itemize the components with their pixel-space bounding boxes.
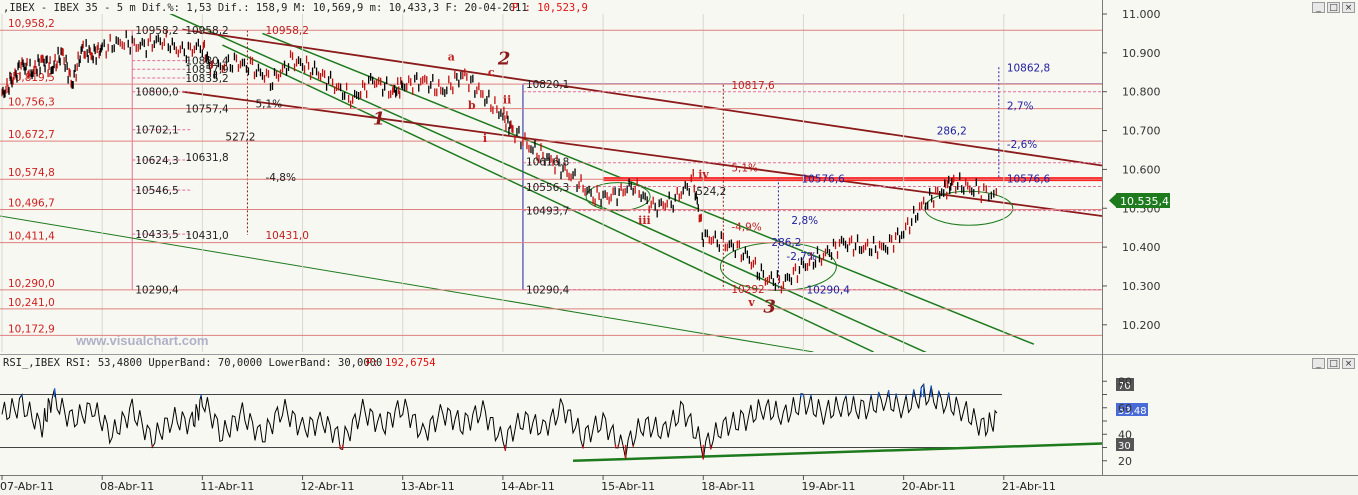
annotation-label: 10616,8 xyxy=(526,157,569,169)
x-tick-label: 13-Abr-11 xyxy=(401,480,455,493)
annotation-label: 10817,6 xyxy=(731,80,775,92)
wave-label: iii xyxy=(638,214,651,227)
x-tick-label: 12-Abr-11 xyxy=(301,480,355,493)
chart-canvas: 10,958,210,819,510,756,310,672,710,574,8… xyxy=(0,0,1358,495)
annotation-label: 10820,1 xyxy=(526,79,569,91)
close-button[interactable]: × xyxy=(1342,2,1355,13)
box-level-label: 10958,2 xyxy=(185,25,228,37)
box-level-label: 10290,4 xyxy=(135,285,179,297)
annotation-label: 10290,4 xyxy=(526,285,570,297)
box-level-label: 10835,2 xyxy=(185,73,228,85)
annotation-label: 286,2 xyxy=(937,126,967,138)
price-level-label: 10,241,0 xyxy=(8,297,55,309)
box-level-label: 10958,2 xyxy=(135,25,178,37)
annotation-label: 10862,8 xyxy=(1007,62,1050,74)
wave-label: b xyxy=(468,99,476,112)
rsi-maximize-button[interactable]: □ xyxy=(1327,358,1340,369)
y-tick-label: 10.400 xyxy=(1122,241,1161,254)
x-tick-label: 20-Abr-11 xyxy=(902,480,956,493)
rsi-y-tick-label: 20 xyxy=(1118,455,1132,468)
x-tick-label: 18-Abr-11 xyxy=(701,480,755,493)
wave-label: iv xyxy=(698,168,709,181)
wave-label: 1 xyxy=(373,109,386,130)
rsi-minimize-button[interactable]: _ xyxy=(1312,358,1325,369)
annotation-label: 5,1% xyxy=(255,98,282,110)
y-tick-label: 10.300 xyxy=(1122,280,1161,293)
rsi-lower-badge-label: 30 xyxy=(1118,441,1131,452)
x-tick-label: 11-Abr-11 xyxy=(200,480,254,493)
annotation-label: 10576,6 xyxy=(801,173,845,185)
box-level-label: 10631,8 xyxy=(185,152,228,164)
box-level-label: 10546,5 xyxy=(135,185,178,197)
annotation-label: -2,6% xyxy=(1007,139,1037,151)
y-tick-label: 10.800 xyxy=(1122,86,1161,99)
x-tick-label: 15-Abr-11 xyxy=(601,480,655,493)
rsi-panel-header: RSI_,IBEX RSI: 53,4800 UpperBand: 70,000… xyxy=(3,357,382,369)
x-tick-label: 21-Abr-11 xyxy=(1002,480,1056,493)
annotation-label: 10493,7 xyxy=(526,206,569,218)
y-tick-label: 11.000 xyxy=(1122,8,1161,21)
watermark: www.visualchart.com xyxy=(75,333,208,348)
rsi-y-tick-label: 40 xyxy=(1118,428,1132,441)
annotation-label: 10292 xyxy=(731,284,764,296)
wave-label: 3 xyxy=(763,296,776,317)
annotation-label: 10576,6 xyxy=(1007,173,1051,185)
box-level-label: 10800,0 xyxy=(135,87,178,99)
rsi-window-buttons: _ □ × xyxy=(1312,358,1355,369)
wave-label: c xyxy=(488,66,495,79)
rsi-panel-header-p: P: 192,6754 xyxy=(366,357,436,369)
rsi-y-tick-label: 80 xyxy=(1118,375,1132,388)
wave-label: 2 xyxy=(497,49,511,70)
current-price-label: 10.535,4 xyxy=(1120,195,1169,208)
price-level-label: 10,574,8 xyxy=(8,167,55,179)
wave-label: a xyxy=(448,51,455,64)
annotation-label: -2,7% xyxy=(786,251,816,263)
price-level-label: 10,672,7 xyxy=(8,129,55,141)
annotation-label: 5,1% xyxy=(731,162,758,174)
rsi-close-button[interactable]: × xyxy=(1342,358,1355,369)
annotation-label: 2,8% xyxy=(791,215,818,227)
box-level-label: 10757,4 xyxy=(185,103,229,115)
maximize-button[interactable]: □ xyxy=(1327,2,1340,13)
box-level-label: 10702,1 xyxy=(135,125,178,137)
price-level-label: 10,756,3 xyxy=(8,97,55,109)
annotation-label: 10290,4 xyxy=(806,285,850,297)
annotation-label: -4,9% xyxy=(731,222,761,234)
annotation-label: 10431,0 xyxy=(265,230,308,242)
price-level-label: 10,172,9 xyxy=(8,323,55,335)
annotation-label: 286,2 xyxy=(771,237,801,249)
minimize-button[interactable]: _ xyxy=(1312,2,1325,13)
annotation-label: 527,2 xyxy=(225,131,255,143)
y-tick-label: 10.200 xyxy=(1122,319,1161,332)
annotation-label: 2,7% xyxy=(1007,100,1034,112)
price-level-label: 10,411,4 xyxy=(8,231,55,243)
price-level-label: 10,958,2 xyxy=(8,18,55,30)
price-level-label: 10,496,7 xyxy=(8,198,55,210)
wave-label: i xyxy=(483,132,487,145)
x-tick-label: 07-Abr-11 xyxy=(0,480,54,493)
annotation-label: 10556,3 xyxy=(526,182,569,194)
rsi-y-tick-label: 60 xyxy=(1118,402,1132,415)
x-tick-label: 19-Abr-11 xyxy=(801,480,855,493)
x-tick-label: 08-Abr-11 xyxy=(100,480,154,493)
x-tick-label: 14-Abr-11 xyxy=(501,480,555,493)
y-tick-label: 10.900 xyxy=(1122,47,1161,60)
price-panel-header: ,IBEX - IBEX 35 - 5 m Dif.%: 1,53 Dif.: … xyxy=(3,2,528,14)
annotation-label: -4,8% xyxy=(265,172,295,184)
wave-label: v xyxy=(747,296,755,309)
price-level-label: 10,290,0 xyxy=(8,278,55,290)
wave-label: ii xyxy=(503,93,511,106)
annotation-label: 10958,2 xyxy=(265,25,308,37)
price-panel-header-p: P : 10,523,9 xyxy=(512,2,588,14)
box-level-label: 10431,0 xyxy=(185,230,228,242)
annotation-label: 524,2 xyxy=(696,186,726,198)
price-window-buttons: _ □ × xyxy=(1312,2,1355,13)
y-tick-label: 10.600 xyxy=(1122,163,1161,176)
y-tick-label: 10.700 xyxy=(1122,125,1161,138)
box-level-label: 10433,5 xyxy=(135,229,178,241)
box-level-label: 10624,3 xyxy=(135,155,178,167)
